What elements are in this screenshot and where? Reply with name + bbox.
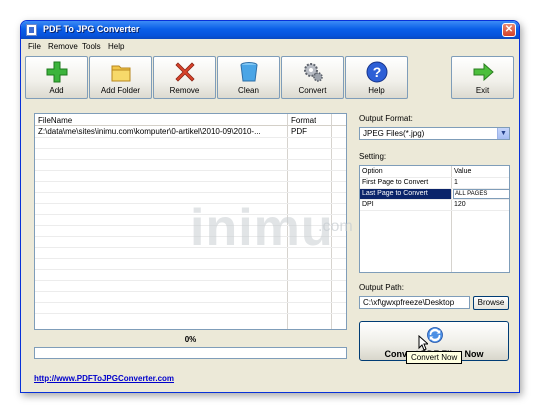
- setting-option-last-page: Last Page to Convert: [362, 190, 428, 197]
- convert-refresh-icon: [427, 327, 443, 343]
- settings-header-option: Option: [362, 168, 383, 175]
- setting-option-first-page: First Page to Convert: [362, 179, 429, 186]
- column-header-filename[interactable]: FileName: [38, 116, 72, 125]
- add-button[interactable]: Add: [25, 56, 88, 99]
- title-bar[interactable]: PDF To JPG Converter ✕: [21, 21, 519, 39]
- chevron-down-icon[interactable]: ▼: [497, 128, 509, 139]
- exit-button[interactable]: Exit: [451, 56, 514, 99]
- progress-percent: 0%: [184, 335, 197, 344]
- output-path-label: Output Path:: [359, 283, 404, 292]
- setting-label: Setting:: [359, 152, 387, 161]
- convert-toolbar-button[interactable]: Convert: [281, 56, 344, 99]
- settings-row-divider: [360, 199, 509, 200]
- add-folder-button-label: Add Folder: [100, 86, 141, 95]
- settings-row-divider: [360, 177, 509, 178]
- tooltip: Convert Now: [406, 351, 463, 364]
- window-title: PDF To JPG Converter: [43, 24, 140, 34]
- output-path-value: C:\xf\gwxpfreeze\Desktop: [363, 298, 455, 307]
- column-header-format[interactable]: Format: [291, 116, 316, 125]
- file-row-format[interactable]: PDF: [291, 127, 307, 136]
- setting-option-dpi: DPI: [362, 201, 374, 208]
- row-divider: [35, 291, 346, 292]
- gears-icon: [303, 63, 323, 82]
- settings-column-divider: [451, 166, 452, 272]
- setting-value-first-page[interactable]: 1: [454, 179, 458, 186]
- help-button[interactable]: ? Help: [345, 56, 408, 99]
- folder-icon: [111, 65, 130, 82]
- row-divider: [35, 280, 346, 281]
- menu-tools[interactable]: Tools: [82, 42, 101, 51]
- website-link[interactable]: http://www.PDFToJPGConverter.com: [34, 374, 174, 383]
- add-folder-button[interactable]: Add Folder: [89, 56, 152, 99]
- watermark-text: inimu: [190, 199, 334, 257]
- watermark-suffix: .com: [318, 218, 353, 235]
- svg-text:?: ?: [372, 64, 381, 80]
- row-divider: [35, 258, 346, 259]
- output-format-select[interactable]: JPEG Files(*.jpg) ▼: [359, 127, 510, 140]
- exit-button-label: Exit: [475, 86, 490, 95]
- row-divider: [35, 302, 346, 303]
- settings-row-divider: [360, 210, 509, 211]
- settings-grid[interactable]: Option Value First Page to Convert 1 Las…: [359, 165, 510, 273]
- row-divider: [35, 313, 346, 314]
- help-icon: ?: [366, 61, 387, 83]
- clean-button[interactable]: Clean: [217, 56, 280, 99]
- menu-remove[interactable]: Remove: [48, 42, 78, 51]
- clean-button-label: Clean: [238, 86, 259, 95]
- convert-toolbar-button-label: Convert: [298, 86, 327, 95]
- setting-value-last-page[interactable]: ALL PAGES: [453, 189, 509, 199]
- remove-button[interactable]: Remove: [153, 56, 216, 99]
- row-divider: [35, 269, 346, 270]
- menu-help[interactable]: Help: [108, 42, 124, 51]
- row-divider: [35, 192, 346, 193]
- output-path-input[interactable]: C:\xf\gwxpfreeze\Desktop: [359, 296, 470, 309]
- file-row-filename[interactable]: Z:\data\me\sites\inimu.com\komputer\0-ar…: [38, 127, 285, 136]
- setting-value-dpi[interactable]: 120: [454, 201, 466, 208]
- menu-file[interactable]: File: [28, 42, 41, 51]
- exit-arrow-icon: [473, 62, 494, 82]
- remove-button-label: Remove: [169, 86, 200, 95]
- row-divider: [35, 137, 346, 138]
- menu-bar: File Remove Tools Help: [21, 40, 519, 53]
- remove-icon: [174, 62, 195, 82]
- row-divider: [35, 170, 346, 171]
- plus-icon: [46, 61, 67, 83]
- app-icon: [26, 24, 37, 36]
- mouse-cursor-icon: [418, 335, 428, 351]
- help-button-label: Help: [368, 86, 385, 95]
- output-format-value: JPEG Files(*.jpg): [363, 129, 425, 138]
- progress-bar: [34, 347, 347, 359]
- add-button-label: Add: [49, 86, 64, 95]
- bucket-icon: [240, 62, 257, 82]
- row-divider: [35, 181, 346, 182]
- output-format-label: Output Format:: [359, 114, 413, 123]
- browse-button[interactable]: Browse: [473, 296, 509, 310]
- close-button[interactable]: ✕: [502, 23, 516, 37]
- row-divider: [35, 159, 346, 160]
- settings-header-value: Value: [454, 168, 472, 175]
- row-divider: [35, 148, 346, 149]
